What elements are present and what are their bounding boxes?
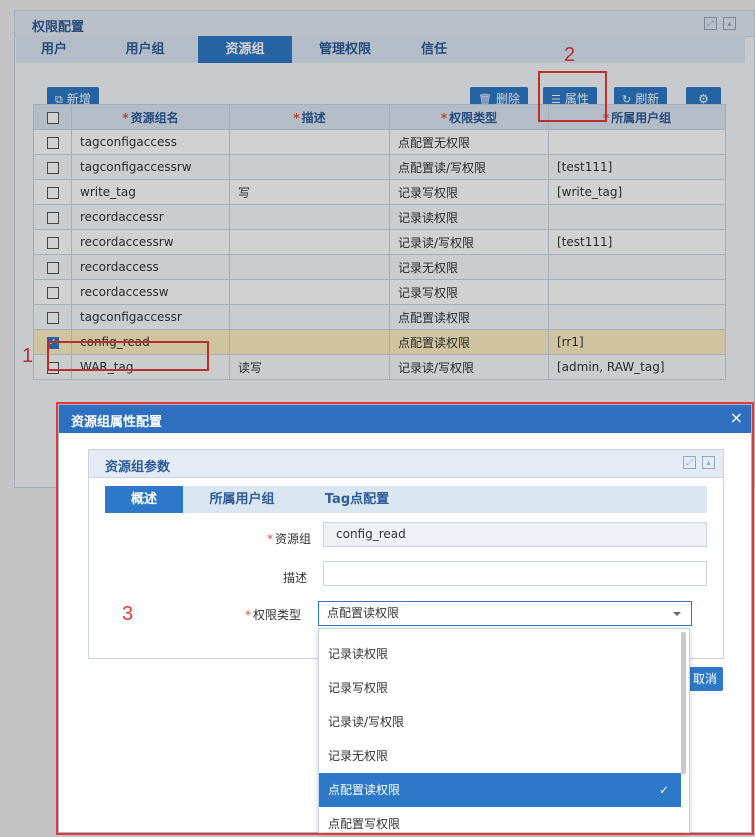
annotation-box-3 xyxy=(56,402,754,835)
